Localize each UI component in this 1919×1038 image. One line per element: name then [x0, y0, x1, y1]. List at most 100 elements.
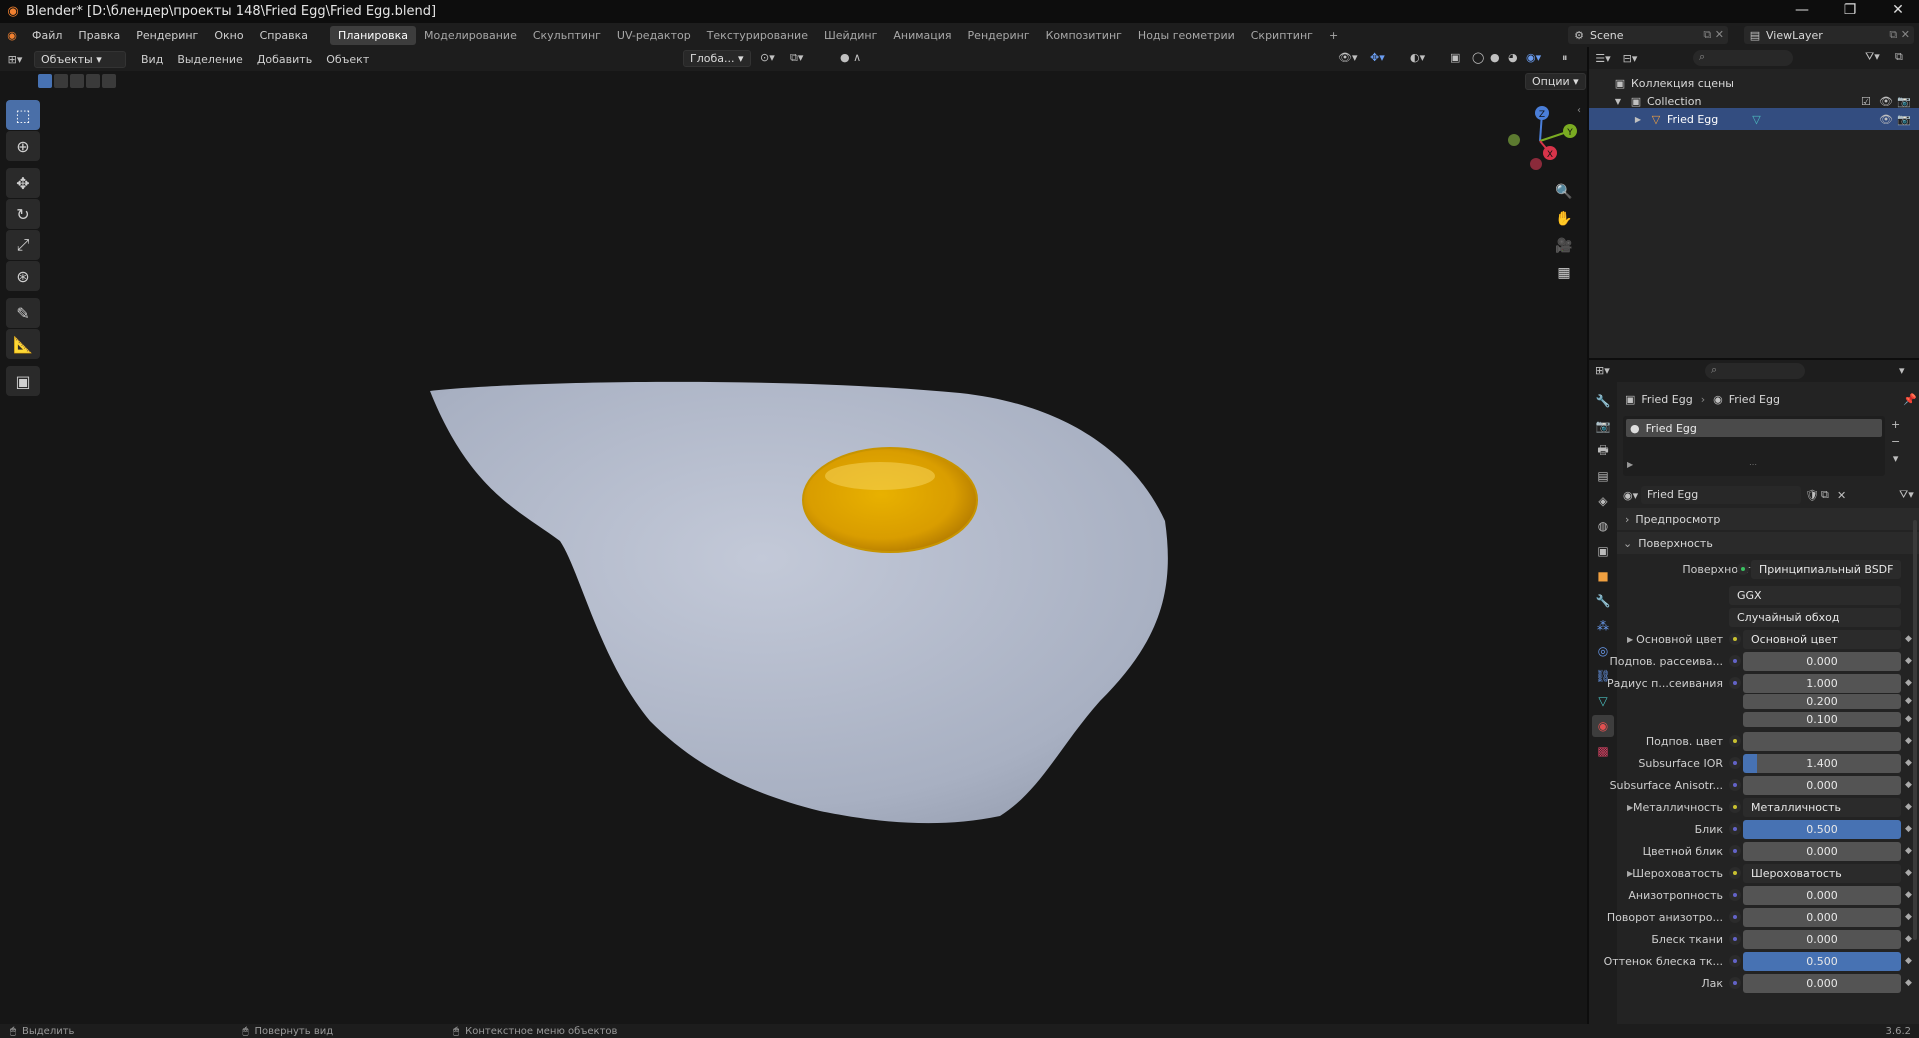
tab-layout[interactable]: Планировка: [330, 25, 417, 45]
input-socket-icon[interactable]: [1729, 757, 1741, 769]
menu-window[interactable]: Окно: [206, 29, 251, 42]
snap-icon[interactable]: ⧉▾: [790, 51, 803, 65]
input-socket-icon[interactable]: [1729, 779, 1741, 791]
input-value-field[interactable]: 1.400: [1743, 753, 1901, 773]
subsurface-method-dropdown[interactable]: Случайный обход: [1729, 607, 1901, 627]
menu-object[interactable]: Объект: [319, 53, 376, 66]
preview-panel-header[interactable]: › Предпросмотр: [1617, 508, 1919, 530]
tab-uv-editing[interactable]: UV-редактор: [609, 26, 699, 45]
keyframe-icon[interactable]: ◆: [1905, 934, 1912, 944]
keyframe-icon[interactable]: ◆: [1905, 802, 1912, 812]
input-value-field[interactable]: Шероховатость: [1743, 863, 1901, 883]
navigation-gizmo[interactable]: Z Y X: [1500, 101, 1580, 181]
new-view-layer-icon[interactable]: ⧉ ✕: [1889, 28, 1910, 42]
particles-tab-icon[interactable]: ⁂: [1592, 615, 1614, 637]
menu-add[interactable]: Добавить: [250, 53, 319, 66]
data-tab-icon[interactable]: ▽: [1592, 690, 1614, 712]
transform-tool[interactable]: ⊛: [6, 261, 40, 291]
pan-hand-icon[interactable]: ✋: [1551, 206, 1577, 232]
menu-render[interactable]: Рендеринг: [128, 29, 206, 42]
filter-icon[interactable]: ⛛▾: [1865, 50, 1880, 64]
tab-animation[interactable]: Анимация: [885, 26, 959, 45]
pin-icon[interactable]: 📌: [1903, 393, 1917, 406]
rendered-shading-icon[interactable]: ◉▾: [1526, 51, 1541, 64]
input-socket-icon[interactable]: [1729, 735, 1741, 747]
material-slot-item[interactable]: ● Fried Egg: [1626, 419, 1882, 437]
input-expand-icon[interactable]: ▶: [1627, 635, 1633, 644]
menu-file[interactable]: Файл: [24, 29, 70, 42]
input-value-field[interactable]: 0.000: [1743, 885, 1901, 905]
pause-icon[interactable]: ⏸: [1562, 51, 1568, 65]
input-value-field[interactable]: 0.500: [1743, 819, 1901, 839]
keyframe-icon[interactable]: ◆: [1905, 736, 1912, 746]
outliner-editor-icon[interactable]: ☰▾: [1589, 52, 1617, 65]
input-socket-icon[interactable]: [1729, 867, 1741, 879]
input-value-field[interactable]: 0.000: [1743, 651, 1901, 671]
input-value-field[interactable]: 0.000: [1743, 775, 1901, 795]
view-layer-tab-icon[interactable]: ▤: [1592, 465, 1614, 487]
remove-slot-button[interactable]: −: [1891, 435, 1900, 448]
select-box-tool[interactable]: ⬚: [6, 100, 40, 130]
collection-render-icon[interactable]: 📷: [1897, 95, 1911, 108]
keyframe-icon[interactable]: ◆: [1905, 678, 1912, 688]
gizmo-toggle-icon[interactable]: ✥▾: [1370, 51, 1385, 64]
xray-icon[interactable]: ▣: [1450, 51, 1460, 64]
editor-type-icon[interactable]: ⊞▾: [0, 53, 30, 66]
object-visibility-icon[interactable]: 👁: [1879, 113, 1893, 126]
overlay-icon[interactable]: ◐▾: [1410, 51, 1425, 64]
menu-select[interactable]: Выделение: [170, 53, 250, 66]
input-socket-icon[interactable]: [1729, 933, 1741, 945]
keyframe-icon[interactable]: ◆: [1905, 656, 1912, 666]
rotate-tool[interactable]: ↻: [6, 199, 40, 229]
keyframe-icon[interactable]: ◆: [1905, 634, 1912, 644]
view-layer-selector[interactable]: ▤ ViewLayer ⧉ ✕: [1744, 26, 1914, 44]
3d-viewport[interactable]: Опции ▾ ⬚ ⊕ ✥ ↻ ⤢ ⊛ ✎ 📐 ▣ Z Y X 🔍 ✋ 🎥 ▦ …: [0, 71, 1587, 1024]
keyframe-icon[interactable]: ◆: [1905, 868, 1912, 878]
scene-selector[interactable]: ⚙ Scene ⧉ ✕: [1568, 26, 1728, 44]
keyframe-icon[interactable]: ◆: [1905, 780, 1912, 790]
material-shading-icon[interactable]: ◕: [1508, 51, 1518, 64]
scene-tab-icon[interactable]: ◈: [1592, 490, 1614, 512]
input-socket-icon[interactable]: [1729, 655, 1741, 667]
input-value-field[interactable]: 0.000: [1743, 841, 1901, 861]
surface-shader-field[interactable]: Принципиальный BSDF: [1751, 559, 1901, 579]
input-socket-icon[interactable]: [1729, 977, 1741, 989]
properties-search-input[interactable]: ⌕: [1705, 363, 1805, 379]
measure-tool[interactable]: 📐: [6, 329, 40, 359]
minimize-button[interactable]: —: [1781, 0, 1823, 23]
tab-scripting[interactable]: Скриптинг: [1243, 26, 1321, 45]
input-socket-icon[interactable]: [1729, 677, 1741, 689]
visibility-icon[interactable]: 👁▾: [1338, 51, 1358, 64]
collection-tab-icon[interactable]: ▣: [1592, 540, 1614, 562]
slot-specials-button[interactable]: ▾: [1891, 452, 1900, 465]
browse-material-icon[interactable]: ◉▾: [1623, 489, 1638, 502]
input-socket-icon[interactable]: [1729, 801, 1741, 813]
input-value-field[interactable]: Основной цвет: [1743, 629, 1901, 649]
keyframe-icon[interactable]: ◆: [1905, 912, 1912, 922]
tab-shading[interactable]: Шейдинг: [816, 26, 885, 45]
link-type-icon[interactable]: ⛛▾: [1899, 488, 1914, 502]
scale-tool[interactable]: ⤢: [6, 230, 40, 260]
maximize-button[interactable]: ❐: [1829, 0, 1871, 23]
tab-compositing[interactable]: Композитинг: [1038, 26, 1130, 45]
texture-tab-icon[interactable]: ▩: [1592, 740, 1614, 762]
properties-editor-icon[interactable]: ⊞▾: [1595, 364, 1610, 377]
keyframe-icon[interactable]: ◆: [1905, 846, 1912, 856]
move-tool[interactable]: ✥: [6, 168, 40, 198]
input-value-field[interactable]: 0.200: [1743, 693, 1901, 709]
orientation-dropdown[interactable]: Глоба... ▾: [683, 50, 751, 67]
input-socket-icon[interactable]: [1729, 889, 1741, 901]
world-tab-icon[interactable]: ◍: [1592, 515, 1614, 537]
keyframe-icon[interactable]: ◆: [1905, 696, 1912, 706]
cursor-tool[interactable]: ⊕: [6, 131, 40, 161]
add-slot-button[interactable]: +: [1891, 418, 1900, 431]
input-socket-icon[interactable]: [1729, 823, 1741, 835]
material-name-field[interactable]: Fried Egg: [1641, 486, 1801, 504]
collapse-icon[interactable]: ▼: [1613, 97, 1623, 106]
fried-egg-object[interactable]: [0, 71, 1587, 1024]
zoom-icon[interactable]: 🔍: [1551, 179, 1577, 205]
tab-geometry-nodes[interactable]: Ноды геометрии: [1130, 26, 1243, 45]
grid-icon[interactable]: ▦: [1551, 260, 1577, 286]
outliner-row-fried-egg[interactable]: ▶ ▽ Fried Egg ▽ 👁 📷: [1589, 108, 1919, 130]
input-value-field[interactable]: 0.500: [1743, 951, 1901, 971]
